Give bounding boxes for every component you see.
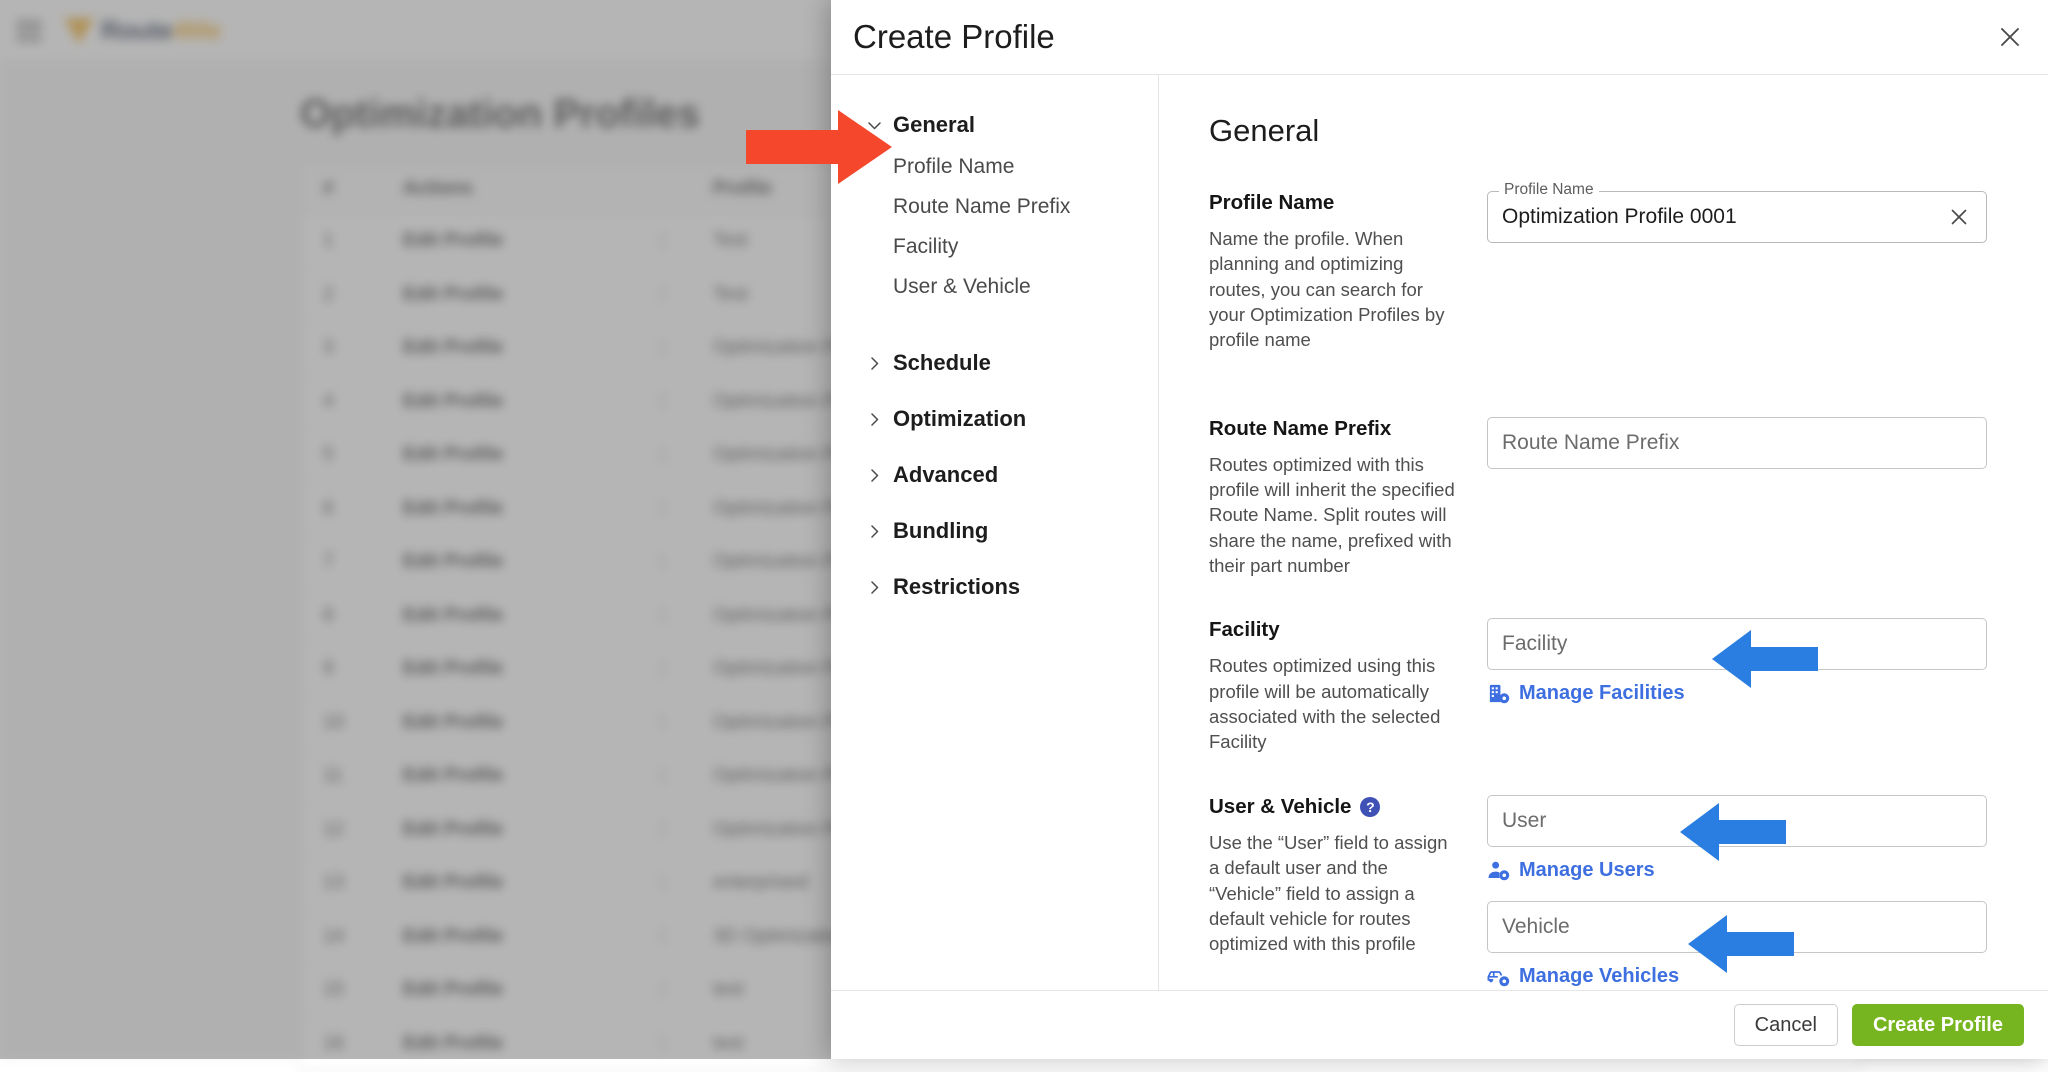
nav-group-advanced: Advanced [831, 453, 1158, 497]
vehicle-input[interactable] [1502, 914, 1972, 939]
nav-item-general-label: General [893, 112, 975, 137]
nav-group-bundling: Bundling [831, 509, 1158, 553]
modal-header: Create Profile [831, 0, 2048, 75]
nav-item-restrictions[interactable]: Restrictions [831, 565, 1158, 609]
field-user-vehicle-title: User & Vehicle ? [1209, 795, 1461, 819]
nav-group-schedule: Schedule [831, 341, 1158, 385]
nav-group-restrictions: Restrictions [831, 565, 1158, 609]
modal-footer: Cancel Create Profile [831, 990, 2048, 1059]
nav-group-general: General Profile Name Route Name Prefix F… [831, 103, 1158, 307]
chevron-right-icon [867, 356, 881, 370]
nav-item-general[interactable]: General [831, 103, 1158, 147]
manage-facilities-link[interactable]: Manage Facilities [1487, 682, 1685, 705]
create-profile-modal: Create Profile General Profile Name Rout… [831, 0, 2048, 1059]
field-user-vehicle-description: User & Vehicle ? Use the “User” field to… [1209, 795, 1487, 990]
manage-users-link[interactable]: Manage Users [1487, 859, 1655, 882]
nav-item-bundling[interactable]: Bundling [831, 509, 1158, 553]
nav-subitem-route-name-prefix[interactable]: Route Name Prefix [831, 187, 1158, 227]
nav-subitem-user-vehicle[interactable]: User & Vehicle [831, 267, 1158, 307]
field-profile-name-control: Profile Name [1487, 182, 1987, 353]
field-user-vehicle-help: Use the “User” field to assign a default… [1209, 831, 1448, 955]
nav-item-optimization[interactable]: Optimization [831, 397, 1158, 441]
chevron-right-icon [867, 524, 881, 538]
field-facility-title: Facility [1209, 618, 1280, 642]
route-name-prefix-input-wrapper [1487, 416, 1987, 469]
section-heading-general: General [1209, 113, 1320, 148]
cancel-button[interactable]: Cancel [1733, 1004, 1838, 1046]
field-facility-help: Routes optimized using this profile will… [1209, 655, 1441, 753]
manage-facilities-label: Manage Facilities [1519, 682, 1685, 705]
user-gear-icon [1487, 859, 1510, 882]
nav-item-bundling-label: Bundling [893, 518, 989, 543]
modal-body: General Profile Name Route Name Prefix F… [831, 75, 2048, 990]
chevron-down-icon [867, 118, 881, 132]
modal-title: Create Profile [853, 18, 1055, 55]
nav-item-schedule-label: Schedule [893, 350, 991, 375]
field-profile-name-help: Name the profile. When planning and opti… [1209, 228, 1445, 351]
modal-content-panel: General Profile Name Name the profile. W… [1159, 75, 2048, 990]
field-user-vehicle-control: Manage Users [1487, 794, 1987, 990]
nav-item-restrictions-label: Restrictions [893, 574, 1021, 599]
create-profile-button[interactable]: Create Profile [1851, 1004, 2024, 1046]
profile-name-input[interactable] [1502, 205, 1938, 229]
manage-vehicles-label: Manage Vehicles [1519, 964, 1680, 987]
user-input-wrapper [1487, 794, 1987, 847]
field-facility: Facility Routes optimized using this pro… [1209, 618, 2008, 754]
manage-users-label: Manage Users [1519, 858, 1655, 881]
nav-item-advanced-label: Advanced [893, 462, 999, 487]
chevron-right-icon [867, 412, 881, 426]
nav-item-schedule[interactable]: Schedule [831, 341, 1158, 385]
field-route-name-prefix: Route Name Prefix Routes optimized with … [1209, 416, 2008, 579]
nav-subitem-facility[interactable]: Facility [831, 227, 1158, 267]
help-icon[interactable]: ? [1360, 796, 1381, 817]
field-profile-name-title: Profile Name [1209, 191, 1335, 214]
field-user-vehicle-title-text: User & Vehicle [1209, 794, 1352, 818]
facility-input[interactable] [1502, 632, 1972, 657]
manage-vehicles-link[interactable]: Manage Vehicles [1487, 965, 1679, 988]
vehicle-input-wrapper [1487, 900, 1987, 953]
nav-item-advanced[interactable]: Advanced [831, 453, 1158, 497]
field-profile-name: Profile Name Name the profile. When plan… [1209, 182, 2008, 353]
user-input[interactable] [1502, 808, 1972, 833]
field-facility-description: Facility Routes optimized using this pro… [1209, 618, 1487, 754]
profile-name-input-legend: Profile Name [1499, 182, 1599, 198]
nav-item-optimization-label: Optimization [893, 406, 1027, 431]
chevron-right-icon [867, 580, 881, 594]
modal-section-nav: General Profile Name Route Name Prefix F… [831, 75, 1159, 990]
field-facility-control: Manage Facilities [1487, 618, 1987, 754]
field-user-vehicle: User & Vehicle ? Use the “User” field to… [1209, 794, 2008, 990]
close-icon[interactable] [1990, 17, 2030, 57]
route-name-prefix-input[interactable] [1502, 430, 1972, 455]
field-route-name-prefix-description: Route Name Prefix Routes optimized with … [1209, 417, 1487, 579]
field-profile-name-description: Profile Name Name the profile. When plan… [1209, 191, 1487, 353]
facility-input-wrapper [1487, 618, 1987, 671]
profile-name-input-wrapper: Profile Name [1487, 182, 1987, 243]
field-route-name-prefix-help: Routes optimized with this profile will … [1209, 453, 1455, 577]
field-route-name-prefix-title: Route Name Prefix [1209, 416, 1392, 440]
nav-subitem-profile-name[interactable]: Profile Name [831, 147, 1158, 187]
field-route-name-prefix-control [1487, 416, 1987, 579]
nav-group-optimization: Optimization [831, 397, 1158, 441]
facility-gear-icon [1487, 682, 1510, 705]
clear-icon[interactable] [1946, 204, 1972, 230]
chevron-right-icon [867, 468, 881, 482]
vehicle-gear-icon [1487, 965, 1510, 988]
